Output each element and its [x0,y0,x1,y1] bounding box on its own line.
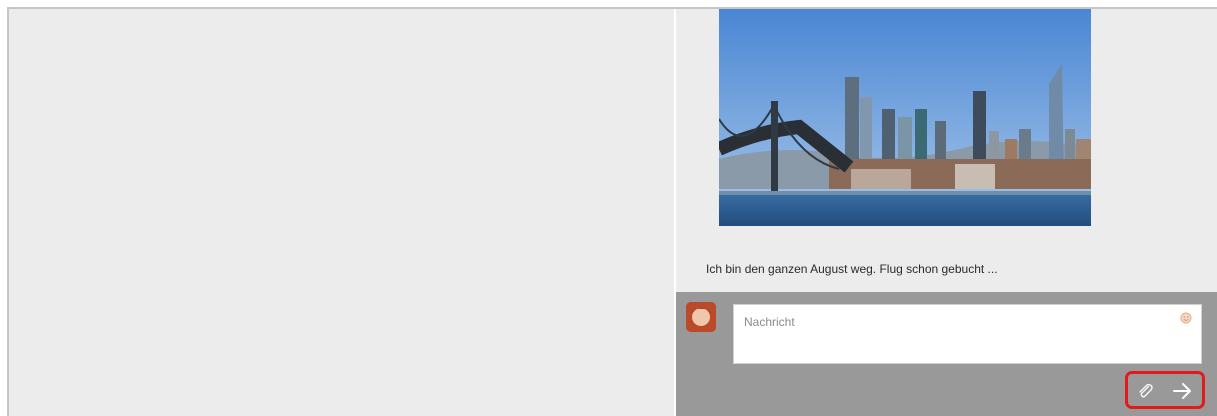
chat-pane: Ich bin den ganzen August weg. Flug scho… [676,9,1217,416]
user-avatar [686,302,716,332]
message-composer [676,292,1217,416]
message-photo[interactable] [719,9,1091,226]
app-frame: Ich bin den ganzen August weg. Flug scho… [7,7,1217,416]
smiley-icon[interactable] [1180,312,1192,324]
send-arrow-icon[interactable] [1171,380,1193,402]
message-text: Ich bin den ganzen August weg. Flug scho… [706,262,998,276]
message-input-box [733,304,1202,364]
paperclip-icon[interactable] [1136,382,1154,400]
skyline-image [719,9,1091,226]
message-input[interactable] [742,314,1166,330]
conversation-list-pane [9,9,674,416]
